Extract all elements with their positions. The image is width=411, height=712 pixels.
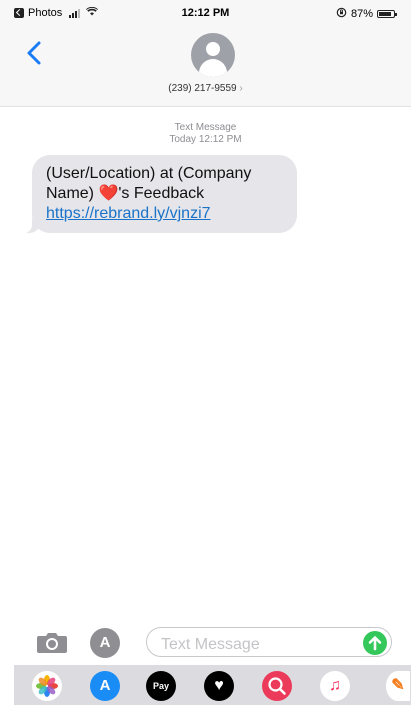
incoming-message-bubble[interactable]: (User/Location) at (Company Name) ❤️'s F… [22, 155, 297, 233]
back-button[interactable] [24, 40, 46, 66]
send-button[interactable] [363, 631, 387, 655]
images-search-icon[interactable] [262, 671, 292, 701]
rotation-lock-icon [336, 7, 347, 21]
music-icon[interactable]: ♫ [320, 671, 350, 701]
chevron-right-icon: › [239, 83, 243, 94]
app-store-drawer-button[interactable]: A [90, 628, 120, 658]
digital-touch-icon[interactable]: ♥ [204, 671, 234, 701]
contact-number: (239) 217-9559 [168, 83, 237, 94]
battery-icon [377, 10, 397, 18]
heart-emoji-icon: ❤️ [98, 185, 119, 202]
contact-avatar[interactable] [191, 33, 235, 77]
app-store-app-icon[interactable]: A [90, 671, 120, 701]
app-extension-icon[interactable]: ✎ [386, 671, 410, 701]
message-type: Text Message [174, 122, 237, 133]
status-bar: Photos 12:12 PM 87% [0, 0, 411, 26]
apple-pay-icon[interactable]: Pay [146, 671, 176, 701]
person-silhouette-icon [206, 42, 220, 56]
contact-details-link[interactable]: (239) 217-9559 › [0, 83, 411, 94]
app-store-icon: A [99, 634, 111, 651]
battery-percent: 87% [350, 8, 373, 20]
message-input[interactable] [146, 627, 392, 657]
arrow-up-icon [368, 636, 382, 651]
photos-app-icon[interactable] [32, 671, 62, 701]
feedback-link[interactable]: https://rebrand.ly/vjnzi7 [46, 205, 211, 222]
message-meta: Text Message Today 12:12 PM [0, 122, 411, 146]
camera-icon [37, 633, 67, 653]
message-timestamp: Today 12:12 PM [169, 134, 242, 145]
chevron-left-icon [27, 41, 41, 65]
message-composer: A [0, 620, 411, 664]
imessage-app-drawer: A Pay ♥ ♫ ✎ [14, 665, 411, 705]
conversation-header: (239) 217-9559 › [0, 26, 411, 107]
status-right: 87% [336, 7, 397, 21]
camera-button[interactable] [36, 630, 68, 654]
message-text-continued: 's Feedback [118, 185, 205, 202]
